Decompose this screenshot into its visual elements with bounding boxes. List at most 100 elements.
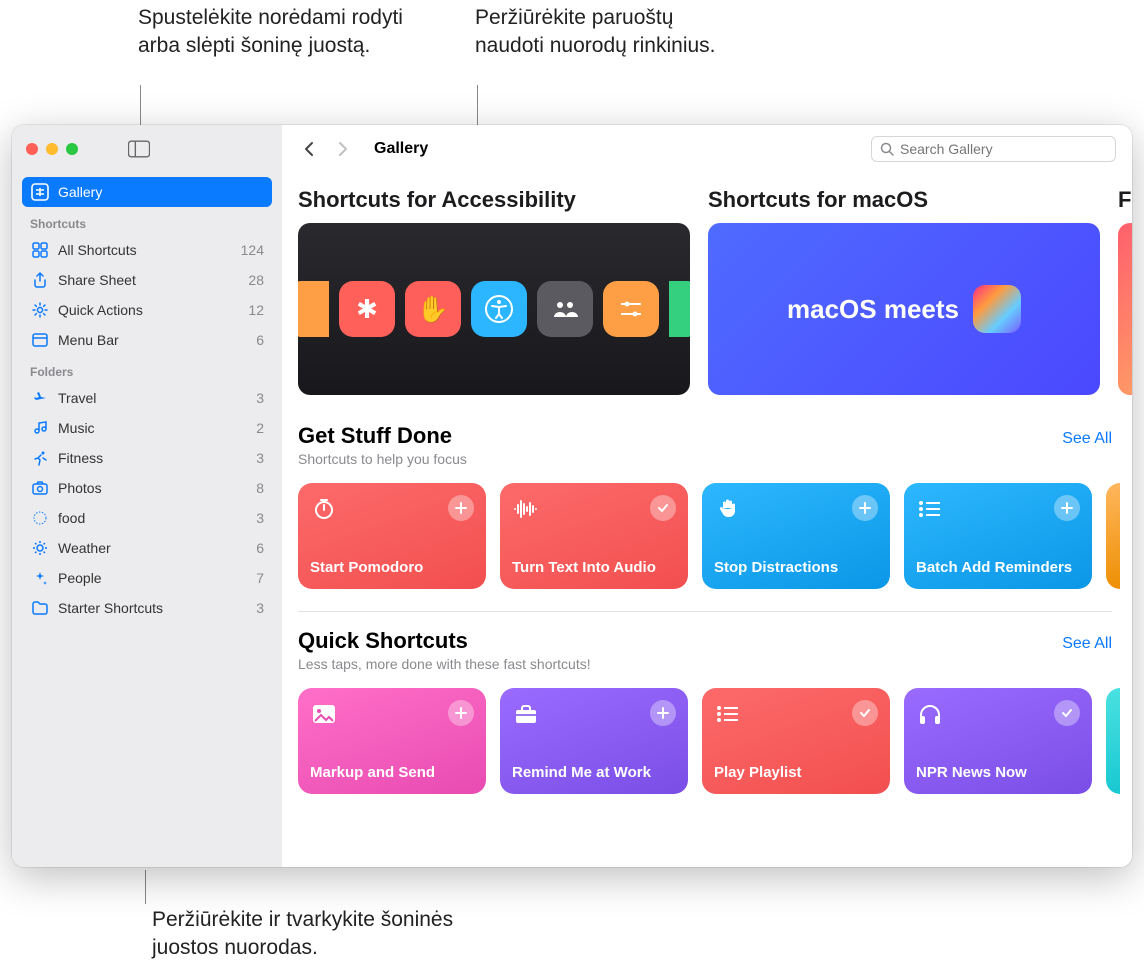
sliders-icon	[603, 281, 659, 337]
sidebar: Gallery Shortcuts All Shortcuts 124 Shar…	[12, 125, 282, 867]
sidebar-item-count: 124	[241, 242, 264, 258]
plane-icon	[30, 388, 50, 408]
minimize-button[interactable]	[46, 143, 58, 155]
hero-card-accessibility[interactable]: ✱ ✋	[298, 223, 690, 395]
sidebar-item-count: 7	[256, 570, 264, 586]
sidebar-item-label: All Shortcuts	[58, 242, 241, 258]
sidebar-item-count: 12	[248, 302, 264, 318]
camera-icon	[30, 478, 50, 498]
sidebar-item-count: 2	[256, 420, 264, 436]
shortcut-tile-text-audio[interactable]: Turn Text Into Audio	[500, 483, 688, 589]
sidebar-item-quick-actions[interactable]: Quick Actions 12	[22, 295, 272, 325]
sidebar-item-food[interactable]: food 3	[22, 503, 272, 533]
hero-tile-icon	[669, 281, 690, 337]
section-title: Quick Shortcuts	[298, 628, 591, 654]
hero-card-peek[interactable]	[1118, 223, 1132, 395]
sidebar-list: Gallery Shortcuts All Shortcuts 124 Shar…	[12, 173, 282, 627]
sidebar-item-label: food	[58, 510, 256, 526]
sidebar-header-shortcuts: Shortcuts	[22, 207, 272, 235]
sidebar-item-music[interactable]: Music 2	[22, 413, 272, 443]
search-icon	[880, 142, 894, 156]
sidebar-header-folders: Folders	[22, 355, 272, 383]
menubar-icon	[30, 330, 50, 350]
asterisk-icon: ✱	[339, 281, 395, 337]
sidebar-item-menu-bar[interactable]: Menu Bar 6	[22, 325, 272, 355]
check-badge-icon[interactable]	[1054, 700, 1080, 726]
shortcut-tile-start-pomodoro[interactable]: Start Pomodoro	[298, 483, 486, 589]
forward-button[interactable]	[332, 138, 354, 160]
shortcut-tile-peek[interactable]	[1106, 483, 1120, 589]
sidebar-item-count: 3	[256, 600, 264, 616]
window-controls	[26, 143, 78, 155]
shortcut-tile-batch-reminders[interactable]: Batch Add Reminders	[904, 483, 1092, 589]
add-badge-icon[interactable]	[448, 700, 474, 726]
callout-sidebar-toggle: Spustelėkite norėdami rodyti arba slėpti…	[138, 4, 418, 61]
folder-icon	[30, 598, 50, 618]
sidebar-item-label: Quick Actions	[58, 302, 248, 318]
add-badge-icon[interactable]	[448, 495, 474, 521]
main-area: Gallery Shortcuts for Accessibility ✱ ✋	[282, 125, 1132, 867]
sidebar-item-label: Travel	[58, 390, 256, 406]
shortcut-tile-stop-distractions[interactable]: Stop Distractions	[702, 483, 890, 589]
sidebar-item-share-sheet[interactable]: Share Sheet 28	[22, 265, 272, 295]
add-badge-icon[interactable]	[852, 495, 878, 521]
hero-title: Shortcuts for macOS	[708, 187, 1100, 213]
sidebar-item-label: Menu Bar	[58, 332, 256, 348]
titlebar	[12, 125, 282, 173]
hero-card-macos[interactable]: macOS meets	[708, 223, 1100, 395]
headphones-icon	[916, 700, 944, 728]
search-field[interactable]	[871, 136, 1116, 162]
tile-name: Batch Add Reminders	[916, 559, 1080, 577]
sidebar-item-count: 3	[256, 450, 264, 466]
grid-icon	[30, 240, 50, 260]
callout-line	[145, 870, 146, 904]
list-icon	[714, 700, 742, 728]
sidebar-item-count: 6	[256, 540, 264, 556]
sidebar-item-label: Gallery	[58, 184, 264, 200]
people-icon	[537, 281, 593, 337]
sidebar-item-label: Music	[58, 420, 256, 436]
back-button[interactable]	[298, 138, 320, 160]
sidebar-item-travel[interactable]: Travel 3	[22, 383, 272, 413]
hand-icon: ✋	[405, 281, 461, 337]
shortcut-tile-npr-news[interactable]: NPR News Now	[904, 688, 1092, 794]
waveform-icon	[512, 495, 540, 523]
sidebar-item-photos[interactable]: Photos 8	[22, 473, 272, 503]
sidebar-item-fitness[interactable]: Fitness 3	[22, 443, 272, 473]
sidebar-item-weather[interactable]: Weather 6	[22, 533, 272, 563]
zoom-button[interactable]	[66, 143, 78, 155]
shortcuts-app-icon	[973, 285, 1021, 333]
music-icon	[30, 418, 50, 438]
gear-icon	[30, 300, 50, 320]
sidebar-item-gallery[interactable]: Gallery	[22, 177, 272, 207]
add-badge-icon[interactable]	[1054, 495, 1080, 521]
close-button[interactable]	[26, 143, 38, 155]
toolbar: Gallery	[282, 125, 1132, 173]
search-input[interactable]	[900, 141, 1107, 157]
add-badge-icon[interactable]	[650, 700, 676, 726]
sidebar-item-all-shortcuts[interactable]: All Shortcuts 124	[22, 235, 272, 265]
callout-sidebar-manage: Peržiūrėkite ir tvarkykite šoninės juost…	[152, 906, 472, 963]
sidebar-item-people[interactable]: People 7	[22, 563, 272, 593]
shortcut-tile-play-playlist[interactable]: Play Playlist	[702, 688, 890, 794]
tile-name: Start Pomodoro	[310, 559, 474, 577]
section-title: Get Stuff Done	[298, 423, 467, 449]
check-badge-icon[interactable]	[650, 495, 676, 521]
sidebar-toggle-button[interactable]	[128, 140, 150, 158]
see-all-link[interactable]: See All	[1062, 635, 1112, 653]
tile-name: Markup and Send	[310, 764, 474, 782]
page-title: Gallery	[374, 140, 428, 158]
shortcut-tile-markup-send[interactable]: Markup and Send	[298, 688, 486, 794]
shortcut-tile-peek[interactable]	[1106, 688, 1120, 794]
check-badge-icon[interactable]	[852, 700, 878, 726]
tile-name: Stop Distractions	[714, 559, 878, 577]
see-all-link[interactable]: See All	[1062, 430, 1112, 448]
sidebar-item-label: Weather	[58, 540, 256, 556]
share-icon	[30, 270, 50, 290]
gallery-icon	[30, 182, 50, 202]
sidebar-item-label: Fitness	[58, 450, 256, 466]
section-subtitle: Shortcuts to help you focus	[298, 451, 467, 467]
sidebar-item-starter[interactable]: Starter Shortcuts 3	[22, 593, 272, 623]
sidebar-item-count: 3	[256, 510, 264, 526]
shortcut-tile-remind-work[interactable]: Remind Me at Work	[500, 688, 688, 794]
